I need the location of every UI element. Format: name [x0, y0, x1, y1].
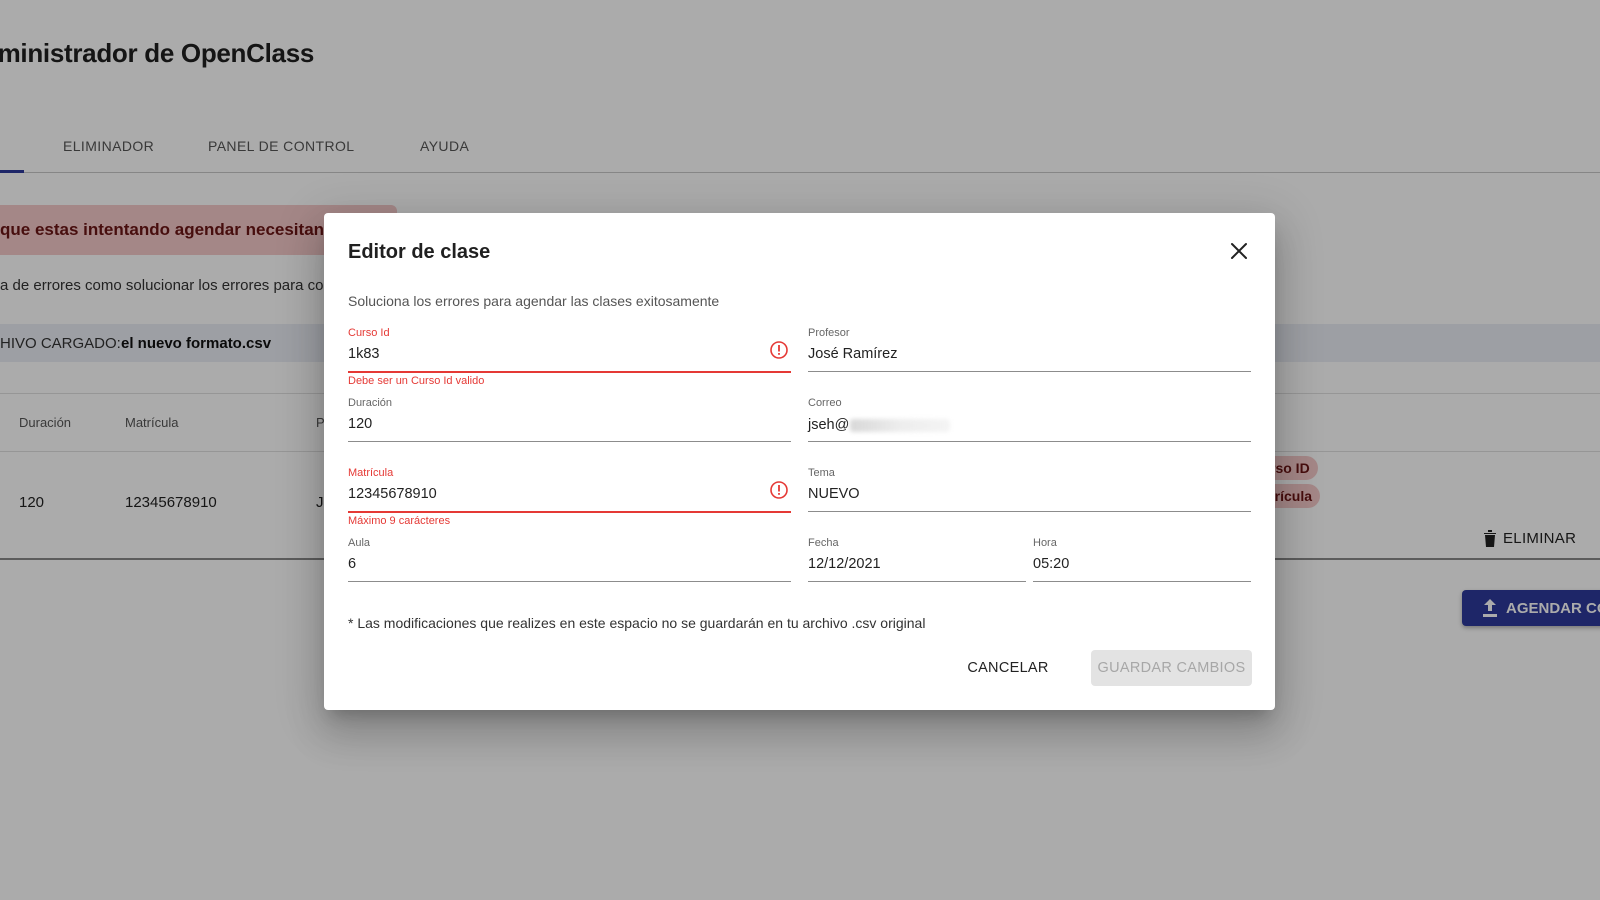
dialog-subtitle: Soluciona los errores para agendar las c… — [348, 293, 720, 309]
matricula-error: Máximo 9 carácteres — [348, 515, 451, 527]
dialog-title: Editor de clase — [348, 241, 491, 263]
redacted-email-domain — [850, 418, 951, 432]
csv-note: * Las modificaciones que realizes en est… — [348, 615, 926, 631]
fecha-label: Fecha — [808, 537, 839, 549]
aula-input[interactable] — [348, 556, 761, 572]
duracion-field: Duración — [348, 397, 791, 442]
curso-id-label: Curso Id — [348, 327, 390, 339]
save-changes-button[interactable]: GUARDAR CAMBIOS — [1091, 650, 1252, 686]
matricula-label: Matrícula — [348, 467, 394, 479]
duracion-input[interactable] — [348, 416, 761, 432]
profesor-field: Profesor — [808, 327, 1251, 372]
aula-field: Aula — [348, 537, 791, 582]
hora-label: Hora — [1033, 537, 1057, 549]
tema-label: Tema — [808, 467, 835, 479]
correo-field: Correo jseh@ — [808, 397, 1251, 442]
fecha-field: Fecha — [808, 537, 1026, 582]
fecha-input[interactable] — [808, 556, 996, 572]
aula-label: Aula — [348, 537, 371, 549]
curso-id-error: Debe ser un Curso Id valido — [348, 375, 485, 387]
matricula-input[interactable] — [348, 486, 761, 502]
error-outline-icon — [770, 341, 788, 359]
hora-field: Hora — [1033, 537, 1251, 582]
correo-label: Correo — [808, 397, 842, 409]
correo-value: jseh@ — [808, 417, 850, 433]
profesor-input[interactable] — [808, 346, 1221, 362]
duracion-label: Duración — [348, 397, 393, 409]
correo-input[interactable]: jseh@ — [808, 417, 1221, 433]
curso-id-field: Curso Id — [348, 327, 791, 373]
tema-input[interactable] — [808, 486, 1221, 502]
cancel-button[interactable]: CANCELAR — [960, 650, 1056, 686]
curso-id-input[interactable] — [348, 346, 761, 362]
hora-input[interactable] — [1033, 556, 1221, 572]
matricula-field: Matrícula — [348, 467, 791, 513]
class-editor-dialog: Editor de clase Soluciona los errores pa… — [324, 213, 1275, 710]
tema-field: Tema — [808, 467, 1251, 512]
close-icon[interactable] — [1227, 239, 1251, 263]
profesor-label: Profesor — [808, 327, 850, 339]
error-outline-icon — [770, 481, 788, 499]
